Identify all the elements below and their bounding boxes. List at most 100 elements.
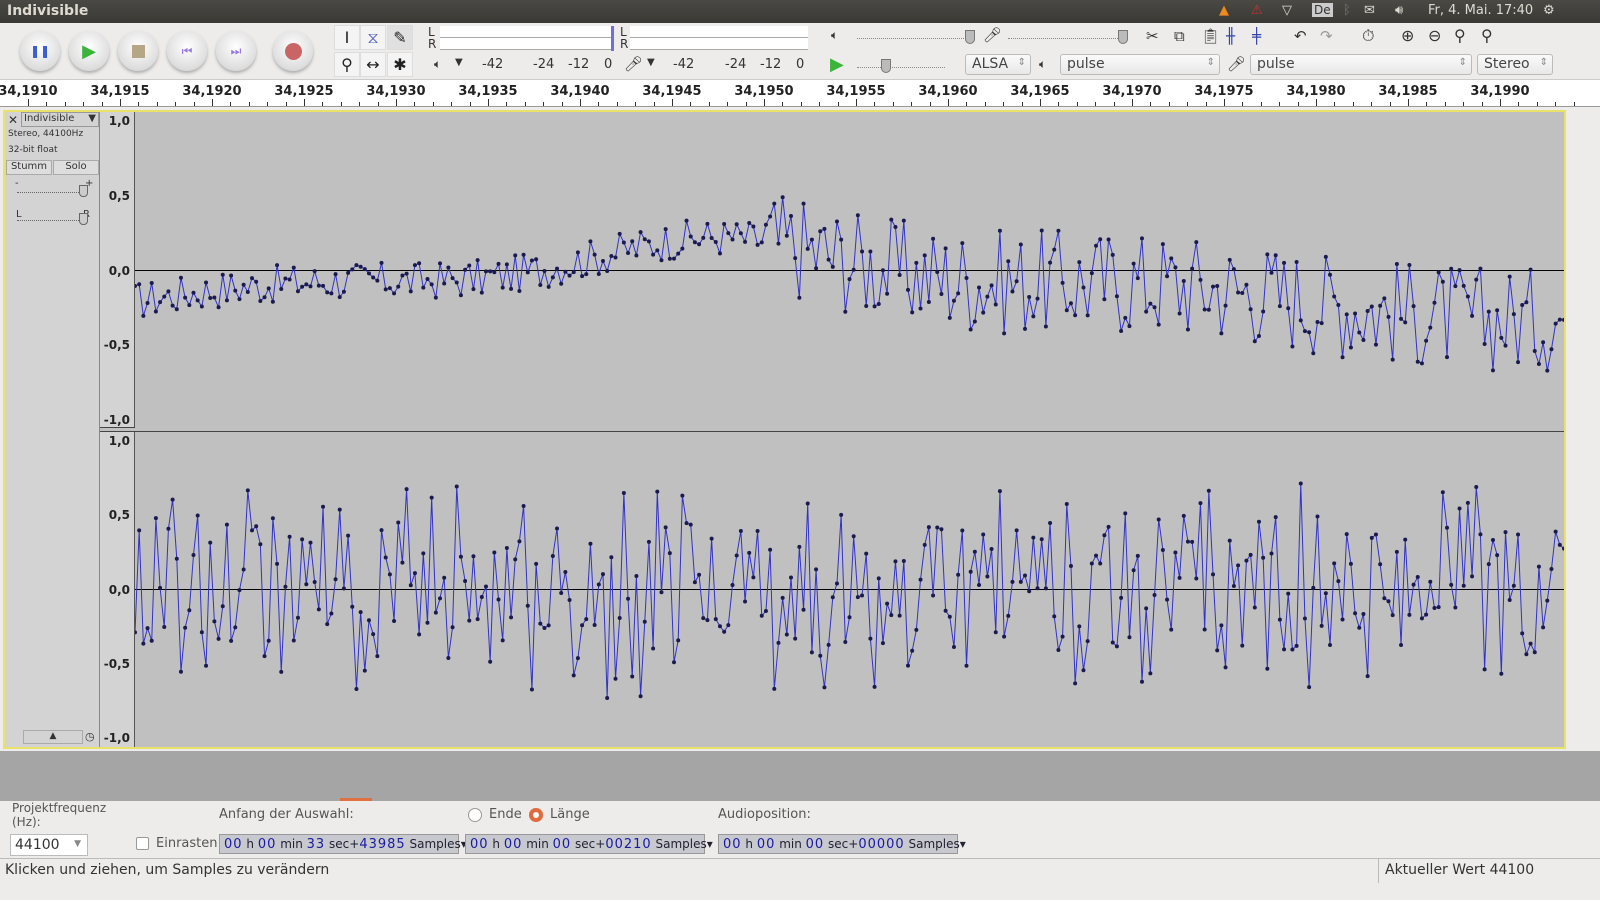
sample-point[interactable] [1353, 611, 1358, 616]
sample-point[interactable] [1470, 313, 1475, 318]
sample-point[interactable] [1248, 307, 1253, 312]
sample-point[interactable] [220, 272, 225, 277]
sample-point[interactable] [1503, 530, 1508, 535]
sample-point[interactable] [316, 607, 321, 612]
sample-point[interactable] [605, 695, 610, 700]
sample-point[interactable] [1319, 321, 1324, 326]
sample-point[interactable] [145, 300, 150, 305]
sample-point[interactable] [1068, 301, 1073, 306]
multi-tool[interactable]: ✱ [387, 52, 413, 77]
sample-point[interactable] [600, 258, 605, 263]
sample-point[interactable] [304, 282, 309, 287]
selection-start-time[interactable]: 00 h 00 min 33 sec+43985 Samples▾ [219, 834, 467, 854]
sample-point[interactable] [1244, 282, 1249, 287]
sample-point[interactable] [797, 544, 802, 549]
sample-point[interactable] [1457, 268, 1462, 273]
sample-point[interactable] [1369, 535, 1374, 540]
timeline-ruler[interactable]: 34,1910 34,1915 34,1920 34,1925 34,1930 34,19… [0, 80, 1600, 107]
sample-point[interactable] [1215, 648, 1220, 653]
sample-point[interactable] [279, 286, 284, 291]
slider-thumb[interactable] [79, 213, 88, 225]
sample-point[interactable] [826, 642, 831, 647]
sample-point[interactable] [1048, 520, 1053, 525]
sample-point[interactable] [1323, 591, 1328, 596]
bluetooth-icon[interactable]: ᛒ [1343, 3, 1351, 18]
sample-point[interactable] [1528, 267, 1533, 272]
sample-point[interactable] [233, 625, 238, 630]
sample-point[interactable] [968, 327, 973, 332]
sample-point[interactable] [1027, 589, 1032, 594]
zoom-tool[interactable]: ⚲ [334, 52, 360, 77]
sample-point[interactable] [1499, 671, 1504, 676]
sample-point[interactable] [763, 609, 768, 614]
sample-point[interactable] [488, 659, 493, 664]
zoom-out-icon[interactable]: ⊖ [1428, 26, 1441, 45]
sample-point[interactable] [680, 493, 685, 498]
sample-point[interactable] [1135, 276, 1140, 281]
sample-point[interactable] [371, 275, 376, 280]
sample-point[interactable] [684, 521, 689, 526]
sample-point[interactable] [617, 231, 622, 236]
sample-point[interactable] [1390, 613, 1395, 618]
sample-point[interactable] [1031, 535, 1036, 540]
sample-point[interactable] [379, 260, 384, 265]
sample-point[interactable] [178, 275, 183, 280]
close-track-icon[interactable]: ✕ [8, 113, 18, 127]
sample-point[interactable] [1399, 642, 1404, 647]
sample-point[interactable] [162, 625, 167, 630]
sample-point[interactable] [801, 201, 806, 206]
sample-point[interactable] [555, 266, 560, 271]
sample-point[interactable] [634, 253, 639, 258]
sample-point[interactable] [1248, 552, 1253, 557]
sample-point[interactable] [843, 309, 848, 314]
length-radio[interactable] [529, 808, 543, 822]
sample-point[interactable] [266, 286, 271, 291]
sample-point[interactable] [1014, 279, 1019, 284]
sample-point[interactable] [1532, 650, 1537, 655]
sample-point[interactable] [1114, 294, 1119, 299]
sample-point[interactable] [534, 561, 539, 566]
sample-point[interactable] [617, 615, 622, 620]
sample-point[interactable] [1411, 582, 1416, 587]
sample-point[interactable] [521, 503, 526, 508]
sample-point[interactable] [135, 284, 137, 289]
sample-point[interactable] [1043, 586, 1048, 591]
sample-point[interactable] [346, 270, 351, 275]
sample-point[interactable] [855, 213, 860, 218]
sample-point[interactable] [1236, 563, 1241, 568]
sample-point[interactable] [759, 240, 764, 245]
sample-point[interactable] [914, 627, 919, 632]
sample-point[interactable] [1553, 529, 1558, 534]
copy-icon[interactable]: ⧉ [1174, 27, 1185, 45]
sample-point[interactable] [275, 561, 280, 566]
sample-point[interactable] [613, 255, 618, 260]
sample-point[interactable] [688, 234, 693, 239]
sample-point[interactable] [1010, 289, 1015, 294]
sample-point[interactable] [550, 553, 555, 558]
record-meter-right[interactable] [630, 38, 808, 50]
sample-point[interactable] [789, 213, 794, 218]
sample-point[interactable] [1432, 300, 1437, 305]
sample-point[interactable] [910, 310, 915, 315]
sample-point[interactable] [1206, 488, 1211, 493]
sample-point[interactable] [442, 281, 447, 286]
skip-end-button[interactable]: ⏭ [216, 31, 256, 71]
sample-point[interactable] [199, 630, 204, 635]
sample-point[interactable] [1102, 533, 1107, 538]
sample-point[interactable] [1123, 511, 1128, 516]
sample-point[interactable] [609, 254, 614, 259]
sample-point[interactable] [1286, 591, 1291, 596]
sample-point[interactable] [521, 252, 526, 257]
sample-point[interactable] [1194, 240, 1199, 245]
sample-point[interactable] [768, 547, 773, 552]
sample-point[interactable] [191, 290, 196, 295]
sample-point[interactable] [1382, 596, 1387, 601]
sample-point[interactable] [1256, 519, 1261, 524]
sample-point[interactable] [701, 235, 706, 240]
sample-point[interactable] [1202, 627, 1207, 632]
sample-point[interactable] [1541, 625, 1546, 630]
sample-point[interactable] [1110, 640, 1115, 645]
sample-point[interactable] [1156, 517, 1161, 522]
sample-point[interactable] [467, 263, 472, 268]
sample-point[interactable] [864, 551, 869, 556]
